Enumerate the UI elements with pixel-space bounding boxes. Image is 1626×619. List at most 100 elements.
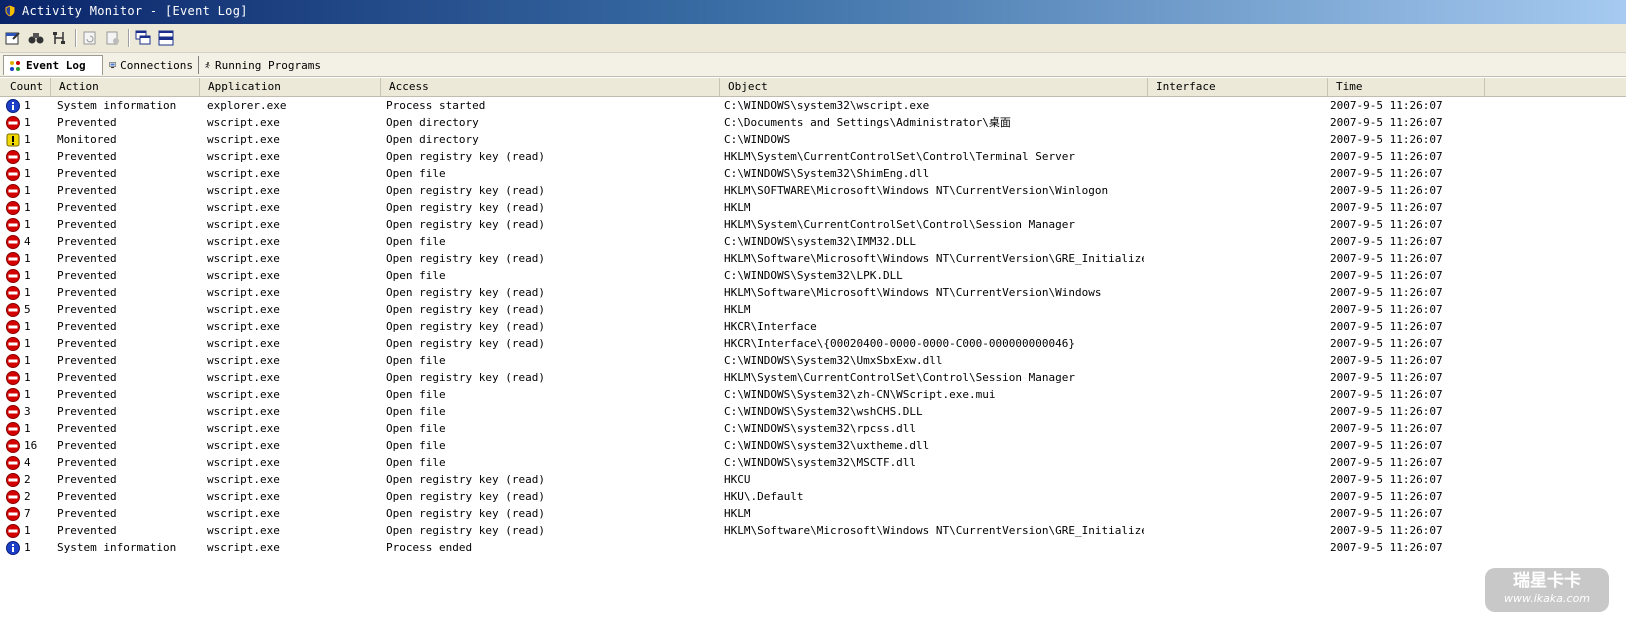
table-row[interactable]: 3 Prevented wscript.exe Open file C:\WINDOWS… xyxy=(0,403,1626,420)
event-application: wscript.exe xyxy=(207,490,280,503)
table-row[interactable]: 7 Prevented wscript.exe Open registry key (… xyxy=(0,505,1626,522)
table-row[interactable]: 1 Prevented wscript.exe Open registry key (… xyxy=(0,369,1626,386)
column-header-action[interactable]: Action xyxy=(53,78,200,96)
table-row[interactable]: 1 Prevented wscript.exe Open file C:\WINDOWS… xyxy=(0,165,1626,182)
table-row[interactable]: 2 Prevented wscript.exe Open registry key (… xyxy=(0,488,1626,505)
table-row[interactable]: 1 Prevented wscript.exe Open directory C:\Do… xyxy=(0,114,1626,131)
column-header-access[interactable]: Access xyxy=(383,78,720,96)
table-row[interactable]: 1 Prevented wscript.exe Open registry key (… xyxy=(0,335,1626,352)
event-count: 1 xyxy=(24,541,31,554)
event-application: wscript.exe xyxy=(207,303,280,316)
table-row[interactable]: 1 Prevented wscript.exe Open file C:\WINDOWS… xyxy=(0,267,1626,284)
event-application: wscript.exe xyxy=(207,184,280,197)
event-access: Open registry key (read) xyxy=(386,473,545,486)
table-row[interactable]: 1 Prevented wscript.exe Open file C:\WINDOWS… xyxy=(0,420,1626,437)
event-action: System information xyxy=(57,541,177,554)
table-row[interactable]: 1 Prevented wscript.exe Open registry key (… xyxy=(0,284,1626,301)
find-icon[interactable] xyxy=(27,29,45,47)
event-action: Prevented xyxy=(57,286,117,299)
cascade-windows-icon[interactable] xyxy=(134,29,152,47)
event-action: Monitored xyxy=(57,133,117,146)
tab-label: Running Programs xyxy=(215,58,321,72)
table-row[interactable]: 1 Prevented wscript.exe Open registry key (… xyxy=(0,216,1626,233)
column-header-interface[interactable]: Interface xyxy=(1150,78,1328,96)
column-header-application[interactable]: Application xyxy=(202,78,381,96)
event-action: System information xyxy=(57,99,177,112)
running-programs-icon xyxy=(205,61,210,69)
event-access: Open file xyxy=(386,167,446,180)
table-row[interactable]: 5 Prevented wscript.exe Open registry key (… xyxy=(0,301,1626,318)
table-row[interactable]: 1 Prevented wscript.exe Open file C:\WINDOWS… xyxy=(0,386,1626,403)
event-application: wscript.exe xyxy=(207,456,280,469)
prevented-icon xyxy=(6,184,20,198)
event-action: Prevented xyxy=(57,116,117,129)
event-access: Process ended xyxy=(386,541,473,554)
event-time: 2007-9-5 11:26:07 xyxy=(1330,490,1443,503)
table-row[interactable]: 2 Prevented wscript.exe Open registry key (… xyxy=(0,471,1626,488)
event-time: 2007-9-5 11:26:07 xyxy=(1330,269,1443,282)
table-row[interactable]: 1 Prevented wscript.exe Open registry key (… xyxy=(0,182,1626,199)
table-row[interactable]: 1 Prevented wscript.exe Open registry key (… xyxy=(0,148,1626,165)
event-time: 2007-9-5 11:26:07 xyxy=(1330,354,1443,367)
event-time: 2007-9-5 11:26:07 xyxy=(1330,167,1443,180)
event-application: wscript.exe xyxy=(207,252,280,265)
event-time: 2007-9-5 11:26:07 xyxy=(1330,371,1443,384)
event-action: Prevented xyxy=(57,354,117,367)
tab-connections[interactable]: Connections xyxy=(105,55,197,75)
table-row[interactable]: 1 System information explorer.exe Process s… xyxy=(0,97,1626,114)
event-action: Prevented xyxy=(57,303,117,316)
event-object: C:\WINDOWS\system32\rpcss.dll xyxy=(724,422,917,435)
table-row[interactable]: 1 Prevented wscript.exe Open file C:\WINDOWS… xyxy=(0,352,1626,369)
event-time: 2007-9-5 11:26:07 xyxy=(1330,201,1443,214)
event-interface xyxy=(1153,301,1323,318)
event-count: 1 xyxy=(24,201,31,214)
title-bar[interactable]: Activity Monitor - [Event Log] xyxy=(0,0,1626,24)
event-interface xyxy=(1153,165,1323,182)
event-time: 2007-9-5 11:26:07 xyxy=(1330,252,1443,265)
prevented-icon xyxy=(6,252,20,266)
event-access: Open file xyxy=(386,439,446,452)
table-row[interactable]: 4 Prevented wscript.exe Open file C:\WINDOWS… xyxy=(0,233,1626,250)
event-access: Open registry key (read) xyxy=(386,303,545,316)
tab-event-log[interactable]: Event Log xyxy=(3,55,103,75)
event-count: 1 xyxy=(24,524,31,537)
table-row[interactable]: 1 Prevented wscript.exe Open registry key (… xyxy=(0,318,1626,335)
event-object: HKLM\System\CurrentControlSet\Control\Se… xyxy=(724,218,1075,231)
table-row[interactable]: 1 Prevented wscript.exe Open registry key (… xyxy=(0,250,1626,267)
table-row[interactable]: 16 Prevented wscript.exe Open file C:\WINDOW… xyxy=(0,437,1626,454)
tab-bar: Event Log Connections Running Programs xyxy=(0,53,1626,77)
refresh-icon[interactable] xyxy=(81,29,99,47)
tab-running-programs[interactable]: Running Programs xyxy=(200,55,325,75)
event-interface xyxy=(1153,131,1323,148)
prevented-icon xyxy=(6,201,20,215)
event-action: Prevented xyxy=(57,269,117,282)
table-row[interactable]: 1 Prevented wscript.exe Open registry key (… xyxy=(0,522,1626,539)
table-row[interactable]: 4 Prevented wscript.exe Open file C:\WINDOWS… xyxy=(0,454,1626,471)
event-object: C:\WINDOWS\System32\wshCHS.DLL xyxy=(724,405,923,418)
shield-icon xyxy=(4,4,16,18)
table-row[interactable]: 1 Monitored wscript.exe Open directory C:\WI… xyxy=(0,131,1626,148)
event-access: Open registry key (read) xyxy=(386,490,545,503)
table-row[interactable]: 1 System information wscript.exe Process en… xyxy=(0,539,1626,556)
column-header-time[interactable]: Time xyxy=(1330,78,1485,96)
tile-windows-icon[interactable] xyxy=(157,29,175,47)
clear-log-icon[interactable] xyxy=(104,29,122,47)
prevented-icon xyxy=(6,218,20,232)
event-access: Open registry key (read) xyxy=(386,507,545,520)
event-count: 1 xyxy=(24,218,31,231)
event-action: Prevented xyxy=(57,524,117,537)
event-count: 1 xyxy=(24,184,31,197)
properties-icon[interactable] xyxy=(4,29,22,47)
event-time: 2007-9-5 11:26:07 xyxy=(1330,422,1443,435)
event-time: 2007-9-5 11:26:07 xyxy=(1330,218,1443,231)
network-icon[interactable] xyxy=(50,29,68,47)
event-application: wscript.exe xyxy=(207,286,280,299)
event-application: wscript.exe xyxy=(207,422,280,435)
column-header-count[interactable]: Count xyxy=(4,78,51,96)
event-access: Open registry key (read) xyxy=(386,201,545,214)
table-row[interactable]: 1 Prevented wscript.exe Open registry key (… xyxy=(0,199,1626,216)
event-action: Prevented xyxy=(57,337,117,350)
event-action: Prevented xyxy=(57,150,117,163)
event-application: wscript.exe xyxy=(207,320,280,333)
column-header-object[interactable]: Object xyxy=(722,78,1148,96)
